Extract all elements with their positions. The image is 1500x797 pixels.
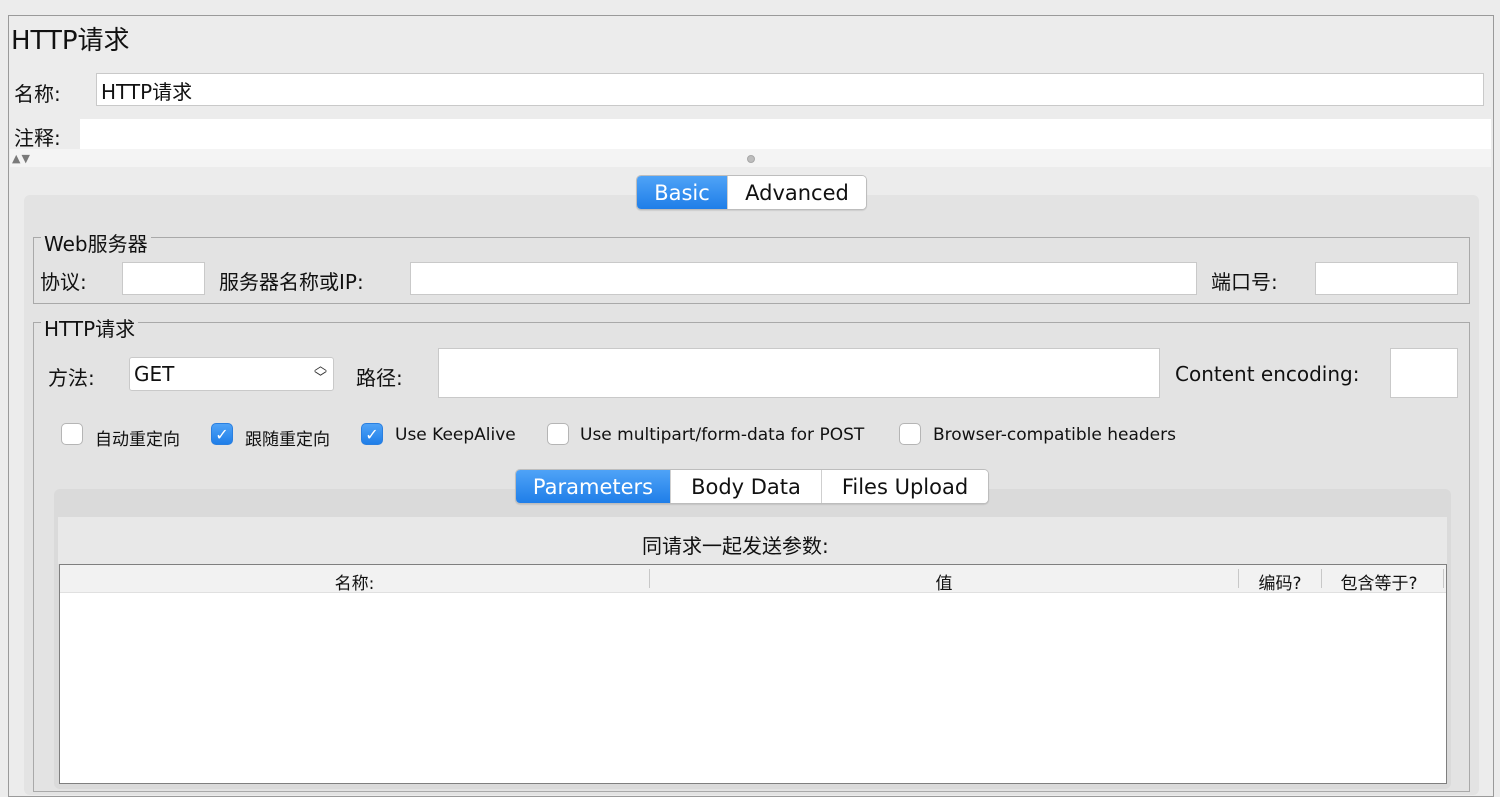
parameters-title: 同请求一起发送参数: xyxy=(642,534,829,558)
keepalive-checkbox[interactable]: ✓ xyxy=(361,423,383,445)
method-select[interactable]: GET ︿ ﹀ xyxy=(129,357,334,391)
splitter-handle-icon[interactable] xyxy=(747,155,755,163)
panel-title: HTTP请求 xyxy=(11,26,130,56)
keepalive-label: Use KeepAlive xyxy=(395,425,516,445)
server-label: 服务器名称或IP: xyxy=(219,270,364,294)
name-row: 名称: HTTP请求 xyxy=(10,69,1491,114)
content-encoding-label: Content encoding: xyxy=(1175,362,1360,386)
browser-headers-label: Browser-compatible headers xyxy=(933,425,1176,445)
column-header-name[interactable]: 名称: xyxy=(60,569,649,594)
path-input[interactable] xyxy=(438,348,1160,398)
follow-redirect-label: 跟随重定向 xyxy=(245,430,330,450)
multipart-label: Use multipart/form-data for POST xyxy=(580,425,865,445)
comment-input[interactable] xyxy=(80,119,1491,150)
content-encoding-input[interactable] xyxy=(1390,348,1458,398)
name-label: 名称: xyxy=(14,82,61,106)
auto-redirect-checkbox[interactable] xyxy=(61,423,83,445)
tab-basic[interactable]: Basic xyxy=(637,176,727,209)
tab-body-data[interactable]: Body Data xyxy=(670,470,821,503)
check-icon: ✓ xyxy=(365,424,379,444)
method-value: GET xyxy=(134,362,175,386)
port-input[interactable] xyxy=(1315,262,1458,295)
main-tabbar: Basic Advanced xyxy=(636,175,867,210)
tab-advanced[interactable]: Advanced xyxy=(727,176,866,209)
column-header-include-equals[interactable]: 包含等于? xyxy=(1322,569,1436,594)
parameters-table[interactable] xyxy=(59,564,1447,784)
tab-files-upload[interactable]: Files Upload xyxy=(821,470,988,503)
protocol-input[interactable] xyxy=(122,262,205,295)
server-input[interactable] xyxy=(410,262,1197,295)
comment-row: 注释: xyxy=(10,119,1491,150)
multipart-checkbox[interactable] xyxy=(547,423,569,445)
name-input[interactable]: HTTP请求 xyxy=(96,73,1484,106)
method-label: 方法: xyxy=(48,366,95,390)
tab-parameters[interactable]: Parameters xyxy=(516,470,670,503)
splitter-arrows-icon[interactable]: ▲▼ xyxy=(12,152,31,165)
auto-redirect-label: 自动重定向 xyxy=(95,430,180,450)
path-label: 路径: xyxy=(356,366,403,390)
column-divider xyxy=(1443,569,1444,588)
web-server-title: Web服务器 xyxy=(41,228,151,257)
column-header-value[interactable]: 值 xyxy=(650,569,1238,594)
http-request-title: HTTP请求 xyxy=(41,313,139,342)
comment-label: 注释: xyxy=(14,126,61,150)
check-icon: ✓ xyxy=(215,424,229,444)
follow-redirect-checkbox[interactable]: ✓ xyxy=(211,423,233,445)
protocol-label: 协议: xyxy=(40,270,87,294)
column-header-encode[interactable]: 编码? xyxy=(1239,569,1321,594)
updown-chevron-icon: ︿ ﹀ xyxy=(313,359,327,386)
browser-headers-checkbox[interactable] xyxy=(899,423,921,445)
port-label: 端口号: xyxy=(1211,270,1278,294)
sub-tabbar: Parameters Body Data Files Upload xyxy=(515,469,989,504)
